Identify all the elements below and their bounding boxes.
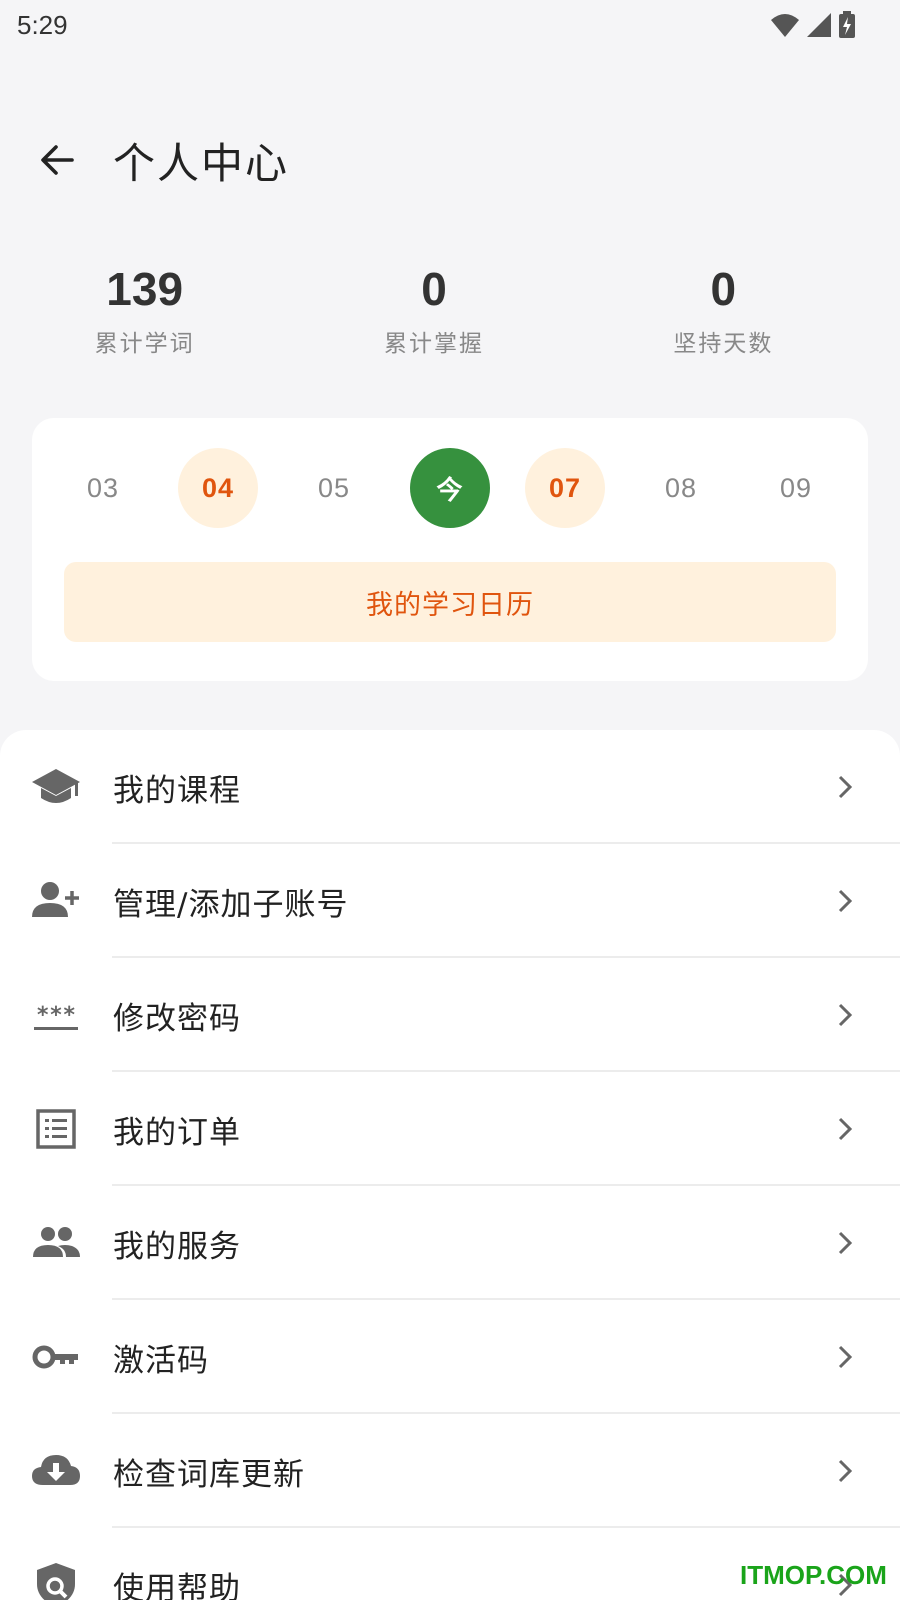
signal-icon bbox=[807, 13, 831, 37]
people-icon bbox=[30, 1217, 82, 1269]
calendar-day[interactable]: 03 bbox=[63, 448, 143, 528]
menu-item-activation-code[interactable]: 激活码 bbox=[0, 1300, 900, 1414]
back-button[interactable] bbox=[27, 130, 87, 190]
graduation-cap-icon bbox=[30, 761, 82, 813]
chevron-right-icon bbox=[830, 1451, 860, 1491]
key-icon bbox=[30, 1331, 82, 1383]
calendar-day[interactable]: 05 bbox=[294, 448, 374, 528]
menu-item-label: 修改密码 bbox=[113, 1000, 241, 1037]
study-calendar-button[interactable]: 我的学习日历 bbox=[64, 562, 836, 642]
stat-label: 累计掌握 bbox=[383, 331, 484, 357]
add-user-icon bbox=[30, 875, 82, 927]
stat-label: 累计学词 bbox=[94, 331, 195, 357]
watermark: ITMOP.COM bbox=[740, 1560, 887, 1590]
chevron-right-icon bbox=[830, 995, 860, 1035]
calendar-week: 03 04 05 今 07 08 09 bbox=[32, 448, 868, 530]
order-list-icon bbox=[30, 1103, 82, 1155]
stats-row: 139 累计学词 0 累计掌握 0 坚持天数 bbox=[32, 258, 868, 368]
calendar-day-today[interactable]: 今 bbox=[410, 448, 490, 528]
cloud-download-icon bbox=[30, 1445, 82, 1497]
menu-item-orders[interactable]: 我的订单 bbox=[0, 1072, 900, 1186]
menu-item-change-password[interactable]: *** 修改密码 bbox=[0, 958, 900, 1072]
stat-value: 0 bbox=[710, 263, 737, 315]
stat-words-mastered: 0 累计掌握 bbox=[289, 258, 578, 368]
menu-item-label: 激活码 bbox=[113, 1342, 209, 1379]
menu-item-check-updates[interactable]: 检查词库更新 bbox=[0, 1414, 900, 1528]
status-icons bbox=[770, 11, 856, 39]
stat-words-learned: 139 累计学词 bbox=[0, 258, 289, 368]
stat-value: 139 bbox=[106, 263, 184, 315]
stat-streak-days: 0 坚持天数 bbox=[579, 258, 868, 368]
chevron-right-icon bbox=[830, 1337, 860, 1377]
menu-item-label: 使用帮助 bbox=[113, 1570, 241, 1600]
calendar-day[interactable]: 08 bbox=[641, 448, 721, 528]
stat-label: 坚持天数 bbox=[673, 331, 774, 357]
status-bar: 5:29 bbox=[0, 0, 900, 50]
stat-value: 0 bbox=[421, 263, 447, 315]
wifi-icon bbox=[771, 14, 799, 37]
chevron-right-icon bbox=[830, 1223, 860, 1263]
chevron-right-icon bbox=[830, 767, 860, 807]
status-time: 5:29 bbox=[17, 9, 68, 40]
menu-item-courses[interactable]: 我的课程 bbox=[0, 730, 900, 844]
menu-item-label: 我的订单 bbox=[113, 1114, 241, 1151]
page-title: 个人中心 bbox=[113, 138, 290, 188]
menu-item-sub-accounts[interactable]: 管理/添加子账号 bbox=[0, 844, 900, 958]
profile-page: 5:29 个人中心 139 累计学词 0 累计掌握 0 坚持天数 03 04 0… bbox=[0, 0, 900, 1600]
menu-item-services[interactable]: 我的服务 bbox=[0, 1186, 900, 1300]
help-shield-icon bbox=[30, 1559, 82, 1600]
calendar-day[interactable]: 09 bbox=[756, 448, 836, 528]
battery-charging-icon bbox=[839, 11, 855, 38]
svg-text:***: *** bbox=[36, 1003, 76, 1028]
header: 个人中心 bbox=[0, 118, 900, 202]
chevron-right-icon bbox=[830, 881, 860, 921]
menu-item-label: 管理/添加子账号 bbox=[113, 886, 349, 923]
menu-item-label: 检查词库更新 bbox=[113, 1456, 305, 1493]
menu-item-label: 我的课程 bbox=[113, 772, 241, 809]
chevron-right-icon bbox=[830, 1109, 860, 1149]
calendar-day-studied[interactable]: 07 bbox=[525, 448, 605, 528]
calendar-day-studied[interactable]: 04 bbox=[178, 448, 258, 528]
arrow-left-icon bbox=[41, 145, 74, 175]
calendar-card: 03 04 05 今 07 08 09 我的学习日历 bbox=[32, 418, 868, 681]
menu-item-label: 我的服务 bbox=[113, 1228, 241, 1265]
password-icon: *** bbox=[30, 989, 82, 1041]
menu-list: 我的课程 管理/添加子账号 *** 修改密码 我的订单 我的服务 激活码 检查词… bbox=[0, 730, 900, 1600]
